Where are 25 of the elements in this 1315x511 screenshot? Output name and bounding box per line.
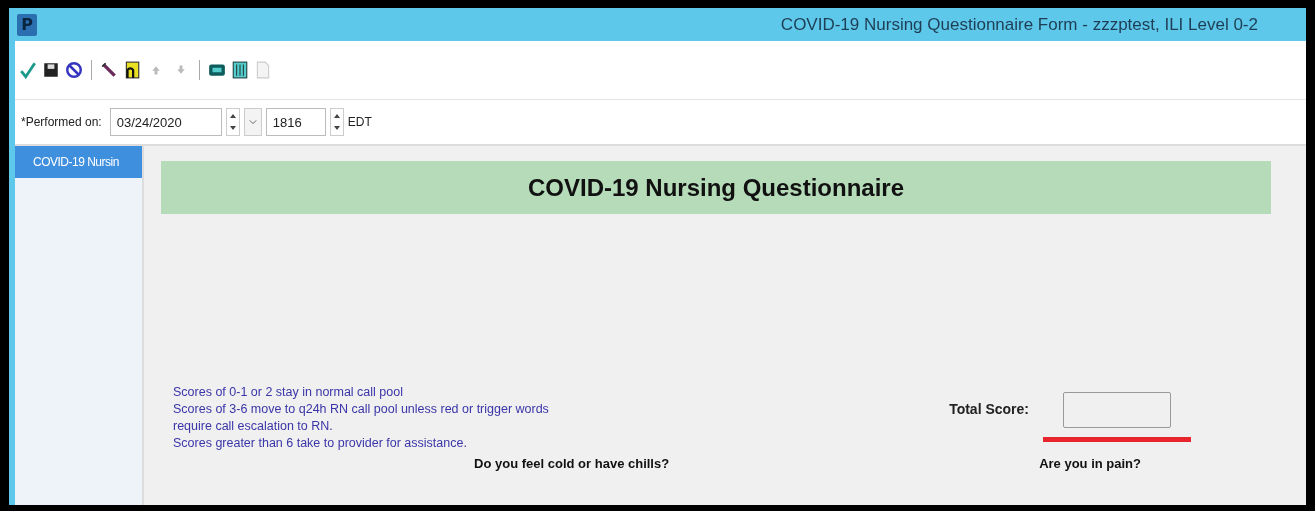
document-icon[interactable] (123, 61, 141, 79)
instruction-text: require call escalation to RN. (173, 418, 334, 435)
performed-on-label: *Performed on: (21, 115, 102, 129)
save-icon[interactable] (42, 61, 60, 79)
instruction-text: Scores of 3-6 move to q24h RN call pool unless red or trigger words (173, 401, 549, 418)
question-text: Are you in pain? (1039, 456, 1141, 471)
instruction-text: Scores greater than 6 take to provider for assistance. (173, 435, 468, 452)
total-score-field[interactable] (1063, 392, 1171, 428)
date-field[interactable]: 03/24/2020 (109, 108, 222, 136)
instruction-text: Scores of 0-1 or 2 stay in normal call pool (173, 384, 404, 401)
monitor-icon[interactable] (208, 61, 226, 79)
window-title: COVID-19 Nursing Questionnaire Form - zzzptest, ILI Level 0-2 (780, 14, 1258, 35)
app-icon: P (17, 13, 37, 36)
cancel-icon[interactable] (65, 61, 83, 79)
date-spinner[interactable] (225, 108, 240, 136)
pen-icon[interactable] (100, 61, 118, 79)
caret-icon (248, 118, 257, 126)
chart-icon[interactable] (231, 61, 249, 79)
question-text: Do you feel cold or have chills? (474, 456, 670, 471)
time-field[interactable]: 1816 (265, 108, 326, 136)
timezone-label: EDT (347, 115, 372, 129)
checkmark-icon[interactable] (19, 61, 37, 79)
total-score-label: Total Score: (949, 401, 1029, 417)
time-spinner[interactable] (329, 108, 344, 136)
form-heading: COVID-19 Nursing Questionnaire (161, 161, 1271, 214)
